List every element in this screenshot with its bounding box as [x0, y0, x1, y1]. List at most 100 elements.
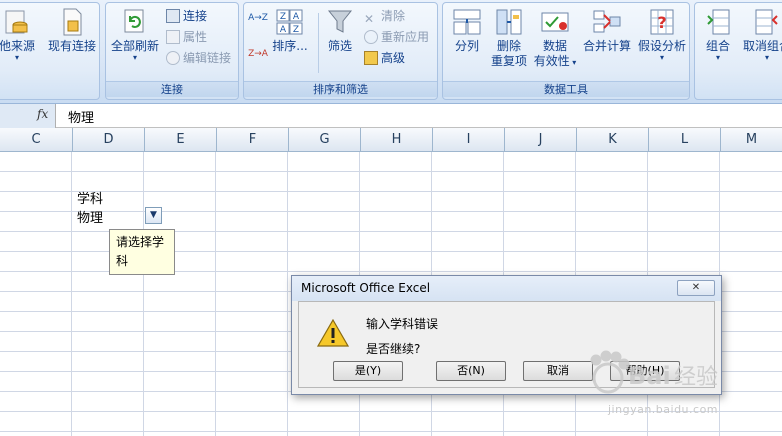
column-header-g[interactable]: G: [289, 128, 361, 152]
dialog-title: Microsoft Office Excel: [301, 281, 431, 295]
chevron-down-icon: ▾: [715, 53, 720, 62]
svg-text:A: A: [293, 12, 300, 22]
refresh-all-button[interactable]: 全部刷新 ▾: [108, 7, 162, 62]
cell-d-subject-value[interactable]: 物理: [77, 207, 103, 226]
chevron-down-icon: ▼: [150, 210, 157, 220]
consolidate-button[interactable]: 合并计算: [581, 7, 633, 54]
existing-connections-label: 现有连接: [47, 39, 96, 53]
refresh-icon: [124, 9, 144, 33]
data-validation-label-2: 有效性: [533, 54, 570, 68]
advanced-label: 高级: [381, 51, 406, 65]
yes-button[interactable]: 是(Y): [333, 361, 403, 381]
ungroup-icon: [755, 9, 778, 35]
column-header-row: C D E F G H I J K L M: [0, 128, 782, 152]
data-validation-button[interactable]: 数据 有效性 ▾: [531, 7, 579, 70]
consolidate-label: 合并计算: [582, 39, 631, 53]
existing-connections-icon: [63, 8, 82, 36]
reapply-label: 重新应用: [381, 30, 430, 44]
clear-label: 清除: [381, 9, 406, 23]
column-header-h[interactable]: H: [361, 128, 433, 152]
whatif-analysis-label: 假设分析: [637, 39, 686, 53]
column-header-d[interactable]: D: [73, 128, 145, 152]
svg-text:A: A: [280, 25, 287, 35]
whatif-analysis-icon: ?: [650, 9, 674, 35]
ungroup-label: 取消组合: [742, 39, 782, 53]
connections-label: 连接: [183, 9, 208, 23]
cancel-button[interactable]: 取消: [523, 361, 593, 381]
sort-dialog-icon: Z A A Z: [276, 9, 303, 35]
column-header-l[interactable]: L: [649, 128, 721, 152]
svg-text:?: ?: [657, 13, 666, 32]
data-tools-group-label: 数据工具: [443, 81, 689, 97]
column-header-e[interactable]: E: [145, 128, 217, 152]
dialog-titlebar: Microsoft Office Excel ✕: [292, 276, 721, 301]
ribbon: 他来源 ▾ 现有连接 全部刷新 ▾ 连接 属性 编辑链接 连接 A→Z Z→A …: [0, 0, 782, 104]
sort-button[interactable]: Z A A Z 排序...: [270, 7, 310, 54]
filter-label: 筛选: [327, 39, 352, 53]
group-icon: [707, 9, 730, 35]
other-sources-icon: [5, 10, 28, 34]
text-to-columns-button[interactable]: 分列: [447, 7, 487, 54]
warning-icon: [317, 319, 349, 347]
dialog-message-1: 输入学科错误: [366, 317, 439, 331]
refresh-all-label: 全部刷新: [110, 39, 159, 53]
column-header-i[interactable]: I: [433, 128, 505, 152]
advanced-button[interactable]: 高级: [364, 49, 405, 67]
close-icon: ✕: [691, 282, 701, 293]
clear-button[interactable]: ✕ 清除: [364, 7, 406, 26]
column-header-c[interactable]: C: [0, 128, 73, 152]
other-sources-button[interactable]: 他来源 ▾: [0, 7, 37, 62]
baidu-jingyan-watermark-logo: Bai 经验: [590, 350, 718, 394]
name-box-area[interactable]: fx: [0, 104, 56, 128]
whatif-analysis-button[interactable]: ? 假设分析 ▾: [635, 7, 689, 62]
connections-button[interactable]: 连接: [166, 7, 207, 25]
column-header-m[interactable]: M: [721, 128, 782, 152]
data-validation-label-1: 数据: [542, 39, 567, 53]
no-button[interactable]: 否(N): [436, 361, 506, 381]
data-tools-group: 分列 删除 重复项 数据 有效性 ▾ 合并计算 ? 假设分析 ▾ 数据工具: [442, 2, 690, 100]
sort-descending-button[interactable]: Z→A: [248, 49, 268, 59]
edit-links-button[interactable]: 编辑链接: [166, 49, 231, 67]
sort-label: 排序...: [272, 39, 308, 53]
formula-bar: fx 物理: [0, 104, 782, 128]
connections-group-label: 连接: [106, 81, 238, 97]
existing-connections-button[interactable]: 现有连接: [43, 7, 101, 54]
data-validation-icon: [541, 12, 569, 32]
chevron-down-icon: ▾: [132, 53, 137, 62]
watermark-url: jingyan.baidu.com: [608, 403, 719, 416]
remove-duplicates-label-1: 删除: [496, 39, 521, 53]
formula-input[interactable]: 物理: [68, 107, 94, 126]
cell-d-subject-label[interactable]: 学科: [77, 188, 103, 207]
group-button[interactable]: 组合 ▾: [699, 7, 737, 62]
filter-icon: [327, 10, 353, 33]
validation-dropdown-button[interactable]: ▼: [145, 207, 162, 224]
sort-filter-group-label: 排序和筛选: [244, 81, 437, 97]
chevron-down-icon: ▾: [569, 58, 577, 67]
properties-button[interactable]: 属性: [166, 28, 207, 46]
connections-icon: [166, 9, 180, 23]
svg-text:Bai: Bai: [628, 362, 671, 390]
filter-button[interactable]: 筛选: [322, 7, 358, 54]
edit-links-icon: [166, 51, 180, 65]
connections-group: 全部刷新 ▾ 连接 属性 编辑链接 连接: [105, 2, 239, 100]
svg-text:经验: 经验: [674, 365, 718, 390]
close-button[interactable]: ✕: [677, 280, 715, 296]
column-header-k[interactable]: K: [577, 128, 649, 152]
text-to-columns-icon: [453, 9, 481, 35]
tooltip-line-2: 科: [116, 254, 129, 268]
remove-duplicates-button[interactable]: 删除 重复项: [489, 7, 529, 69]
column-header-j[interactable]: J: [505, 128, 577, 152]
group-label: 组合: [705, 39, 730, 53]
column-header-f[interactable]: F: [217, 128, 289, 152]
clear-filter-icon: ✕: [364, 12, 375, 26]
ungroup-button[interactable]: 取消组合 ▾: [739, 7, 782, 62]
function-icon[interactable]: fx: [37, 107, 48, 121]
sort-descending-icon: Z→A: [248, 49, 268, 59]
sort-ascending-button[interactable]: A→Z: [248, 13, 268, 23]
chevron-down-icon: ▾: [14, 53, 19, 62]
svg-text:Z: Z: [280, 12, 286, 22]
input-message-tooltip: 请选择学 科: [109, 229, 175, 275]
excel-window: 他来源 ▾ 现有连接 全部刷新 ▾ 连接 属性 编辑链接 连接 A→Z Z→A …: [0, 0, 782, 436]
reapply-button[interactable]: 重新应用: [364, 28, 429, 46]
sort-ascending-icon: A→Z: [248, 13, 268, 23]
